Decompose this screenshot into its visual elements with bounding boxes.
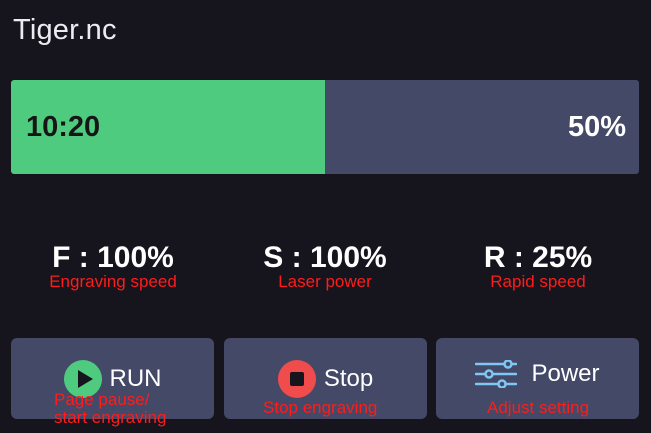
power-button[interactable]: Power Adjust setting <box>436 338 639 419</box>
power-button-annotation: Adjust setting <box>487 398 590 417</box>
laser-power-annotation: Laser power <box>278 272 372 291</box>
sliders-icon <box>475 360 518 388</box>
run-button-label: RUN <box>109 365 162 392</box>
run-button[interactable]: RUN Page pause/ start engraving <box>11 338 214 427</box>
stop-button[interactable]: Stop Stop engraving <box>224 338 427 419</box>
power-button-label: Power <box>531 360 600 387</box>
run-annotation-line-2: start engraving <box>54 408 167 427</box>
run-button-annotation: Page pause/ start engraving <box>54 391 166 427</box>
job-progress-bar: 10:20 50% <box>11 80 639 174</box>
stop-icon <box>277 360 316 398</box>
rapid-speed-stat: R : 25% Rapid speed <box>433 240 643 291</box>
run-annotation-line-1: Page pause/ <box>54 390 150 409</box>
progress-percent: 50% <box>567 111 626 143</box>
feed-rate-stat: F : 100% Engraving speed <box>8 240 218 291</box>
feed-rate-value: F : 100% <box>52 241 174 274</box>
rapid-speed-value: R : 25% <box>483 241 593 274</box>
stop-button-label: Stop <box>323 365 374 392</box>
laser-power-stat: S : 100% Laser power <box>220 240 430 291</box>
stop-button-annotation: Stop engraving <box>263 398 378 417</box>
elapsed-time: 10:20 <box>26 111 101 143</box>
feed-rate-annotation: Engraving speed <box>49 272 177 291</box>
file-title: Tiger.nc <box>13 14 117 46</box>
laser-power-value: S : 100% <box>263 241 387 274</box>
rapid-speed-annotation: Rapid speed <box>490 272 586 291</box>
